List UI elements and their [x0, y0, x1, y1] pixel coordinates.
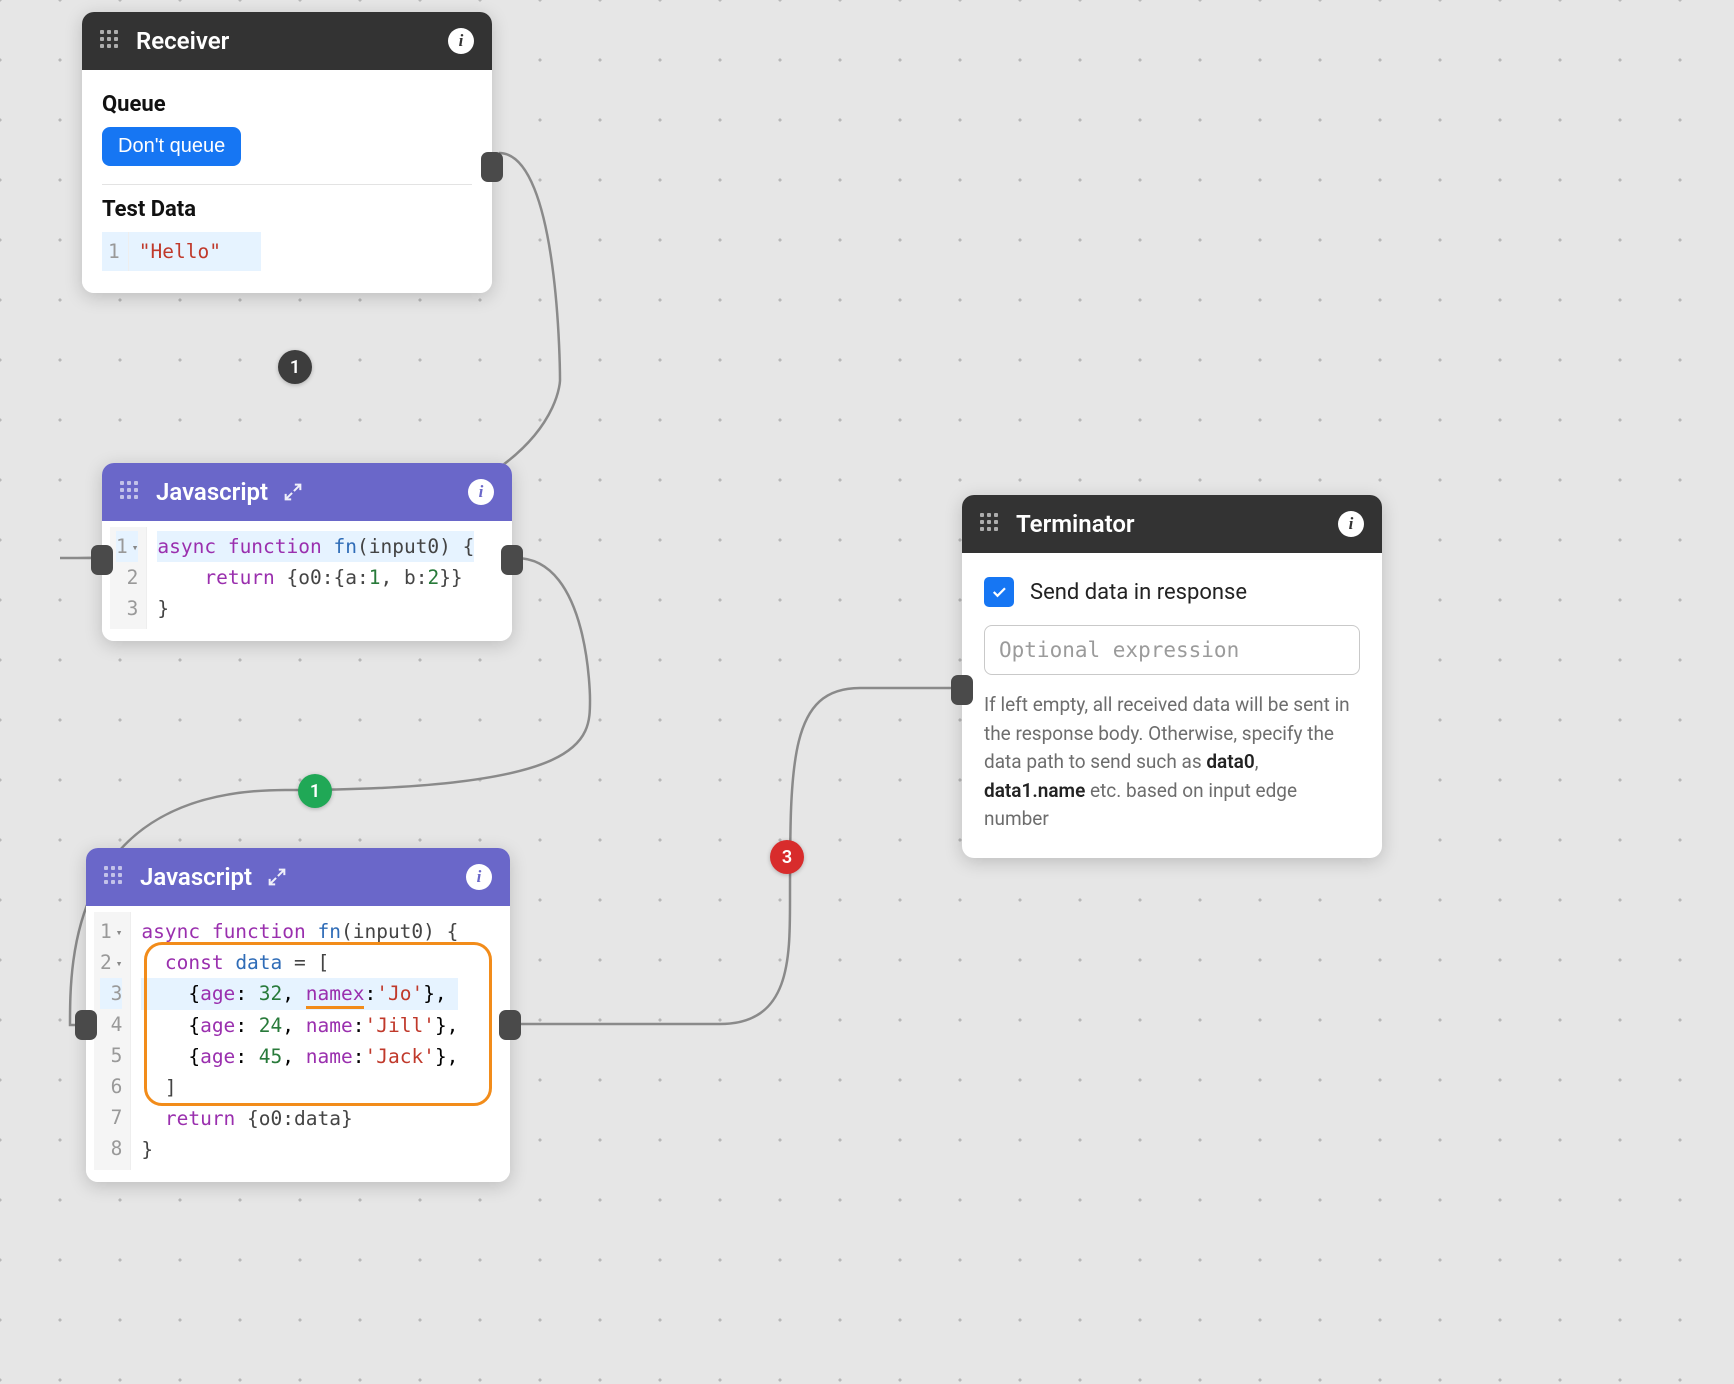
drag-grip-icon[interactable]	[120, 481, 142, 503]
info-icon[interactable]: i	[1338, 511, 1364, 537]
node-title: Javascript	[140, 863, 252, 891]
code-content: async function fn(input0) { const data =…	[131, 912, 464, 1170]
input-port[interactable]	[951, 675, 973, 705]
testdata-editor[interactable]: 1 "Hello"	[102, 232, 472, 271]
info-icon[interactable]: i	[448, 28, 474, 54]
node-title: Receiver	[136, 27, 229, 55]
expression-input[interactable]	[984, 625, 1360, 675]
check-icon	[990, 583, 1008, 601]
node-receiver[interactable]: Receiver i Queue Don't queue Test Data 1…	[82, 12, 492, 293]
drag-grip-icon[interactable]	[100, 30, 122, 52]
code-content: async function fn(input0) { return {o0:{…	[147, 527, 480, 629]
send-data-checkbox[interactable]	[984, 577, 1014, 607]
queue-label: Queue	[102, 92, 472, 117]
node-javascript-2[interactable]: Javascript i 1▾ 2▾ 3 4 5 6 7 8 async fun…	[86, 848, 510, 1182]
edge-badge-3[interactable]: 3	[770, 840, 804, 874]
testdata-value: "Hello"	[139, 240, 221, 263]
edge-badge-1[interactable]: 1	[278, 350, 312, 384]
output-port[interactable]	[481, 152, 503, 182]
drag-grip-icon[interactable]	[104, 866, 126, 888]
node-title: Terminator	[1016, 510, 1135, 538]
testdata-label: Test Data	[102, 197, 472, 222]
expand-icon[interactable]	[266, 866, 288, 888]
queue-mode-button[interactable]: Don't queue	[102, 127, 241, 166]
output-port[interactable]	[499, 1010, 521, 1040]
edge-badge-2[interactable]: 1	[298, 774, 332, 808]
node-header-js2[interactable]: Javascript i	[86, 848, 510, 906]
node-header-receiver[interactable]: Receiver i	[82, 12, 492, 70]
send-data-label: Send data in response	[1030, 580, 1247, 605]
input-port[interactable]	[75, 1010, 97, 1040]
divider	[102, 184, 472, 185]
drag-grip-icon[interactable]	[980, 513, 1002, 535]
node-javascript-1[interactable]: Javascript i 1▾ 2 3 async function fn(in…	[102, 463, 512, 641]
code-editor[interactable]: 1▾ 2▾ 3 4 5 6 7 8 async function fn(inpu…	[94, 912, 502, 1170]
output-port[interactable]	[501, 545, 523, 575]
edge-js2-to-terminator	[516, 688, 960, 1024]
terminator-help-text: If left empty, all received data will be…	[984, 691, 1360, 834]
info-icon[interactable]: i	[466, 864, 492, 890]
node-title: Javascript	[156, 478, 268, 506]
node-header-js1[interactable]: Javascript i	[102, 463, 512, 521]
code-editor[interactable]: 1▾ 2 3 async function fn(input0) { retur…	[110, 527, 504, 629]
expand-icon[interactable]	[282, 481, 304, 503]
node-terminator[interactable]: Terminator i Send data in response If le…	[962, 495, 1382, 858]
info-icon[interactable]: i	[468, 479, 494, 505]
input-port[interactable]	[91, 545, 113, 575]
node-header-terminator[interactable]: Terminator i	[962, 495, 1382, 553]
